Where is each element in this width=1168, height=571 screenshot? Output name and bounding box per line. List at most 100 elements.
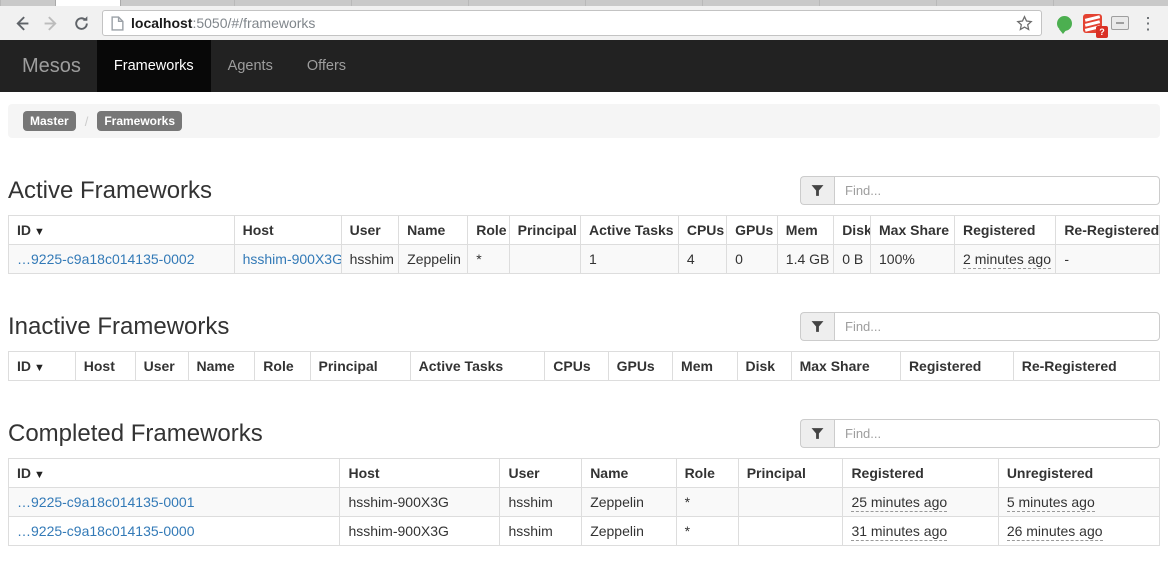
forward-button[interactable] bbox=[38, 10, 64, 36]
breadcrumb-frameworks[interactable]: Frameworks bbox=[97, 111, 182, 131]
relative-time: 31 minutes ago bbox=[851, 523, 947, 541]
cell-cpus: 4 bbox=[678, 245, 726, 274]
cell-name: Zeppelin bbox=[582, 488, 676, 517]
browser-tab-strip bbox=[0, 0, 1168, 6]
table-header-row: ID ▼HostUserNameRolePrincipalActive Task… bbox=[9, 352, 1160, 381]
cell-id: …9225-c9a18c014135-0002 bbox=[9, 245, 235, 274]
column-header-mem[interactable]: Mem bbox=[777, 216, 833, 245]
column-header-gpus[interactable]: GPUs bbox=[727, 216, 778, 245]
column-header-max-share[interactable]: Max Share bbox=[871, 216, 955, 245]
nav-tab-frameworks[interactable]: Frameworks bbox=[97, 40, 211, 92]
find-input[interactable] bbox=[834, 312, 1160, 341]
reload-button[interactable] bbox=[68, 10, 94, 36]
url-host: localhost bbox=[131, 15, 192, 31]
column-header-re-registered[interactable]: Re-Registered bbox=[1013, 352, 1159, 381]
column-header-role[interactable]: Role bbox=[468, 216, 509, 245]
column-header-principal[interactable]: Principal bbox=[509, 216, 580, 245]
column-header-host[interactable]: Host bbox=[234, 216, 341, 245]
column-header-user[interactable]: User bbox=[500, 459, 582, 488]
filter-funnel-icon bbox=[811, 427, 824, 440]
column-header-registered[interactable]: Registered bbox=[843, 459, 998, 488]
column-header-name[interactable]: Name bbox=[188, 352, 255, 381]
cell-role: * bbox=[676, 488, 738, 517]
relative-time: 26 minutes ago bbox=[1007, 523, 1103, 541]
cell-unregistered: 26 minutes ago bbox=[998, 517, 1159, 546]
column-header-name[interactable]: Name bbox=[399, 216, 468, 245]
navbar-brand[interactable]: Mesos bbox=[6, 40, 97, 92]
column-header-role[interactable]: Role bbox=[255, 352, 310, 381]
column-header-id[interactable]: ID ▼ bbox=[9, 352, 76, 381]
host-link[interactable]: hsshim-900X3G bbox=[243, 251, 342, 267]
active-browser-tab[interactable] bbox=[55, 0, 121, 6]
breadcrumb: Master / Frameworks bbox=[8, 104, 1160, 138]
column-header-host[interactable]: Host bbox=[75, 352, 135, 381]
nav-tab-agents[interactable]: Agents bbox=[211, 40, 290, 92]
column-header-id[interactable]: ID ▼ bbox=[9, 216, 235, 245]
cell-principal bbox=[738, 517, 843, 546]
column-header-disk[interactable]: Disk bbox=[834, 216, 871, 245]
column-header-active-tasks[interactable]: Active Tasks bbox=[410, 352, 545, 381]
reload-icon bbox=[73, 15, 90, 32]
column-header-gpus[interactable]: GPUs bbox=[608, 352, 672, 381]
page-icon bbox=[111, 16, 124, 31]
cell-role: * bbox=[468, 245, 509, 274]
cell-name: Zeppelin bbox=[582, 517, 676, 546]
extension-cast[interactable] bbox=[1108, 11, 1132, 35]
column-header-disk[interactable]: Disk bbox=[737, 352, 791, 381]
section-title: Active Frameworks bbox=[8, 177, 212, 205]
section-completed-frameworks: Completed Frameworks ID ▼HostUserNameRol… bbox=[8, 419, 1160, 546]
section-active-frameworks: Active Frameworks ID ▼HostUserNameRolePr… bbox=[8, 176, 1160, 274]
url-bar[interactable]: localhost:5050/#/frameworks bbox=[102, 10, 1042, 36]
column-header-principal[interactable]: Principal bbox=[310, 352, 410, 381]
column-header-cpus[interactable]: CPUs bbox=[678, 216, 726, 245]
extension-green-pin[interactable] bbox=[1052, 11, 1076, 35]
section-title: Completed Frameworks bbox=[8, 420, 263, 448]
column-header-mem[interactable]: Mem bbox=[673, 352, 737, 381]
filter-addon bbox=[800, 312, 834, 341]
cell-registered: 2 minutes ago bbox=[955, 245, 1056, 274]
column-header-principal[interactable]: Principal bbox=[738, 459, 843, 488]
framework-id-link[interactable]: …9225-c9a18c014135-0002 bbox=[17, 251, 194, 267]
back-button[interactable] bbox=[8, 10, 34, 36]
framework-id-link[interactable]: …9225-c9a18c014135-0000 bbox=[17, 523, 194, 539]
column-header-name[interactable]: Name bbox=[582, 459, 676, 488]
browser-menu-button[interactable]: ⋮ bbox=[1136, 11, 1160, 35]
cell-gpus: 0 bbox=[727, 245, 778, 274]
filter-funnel-icon bbox=[811, 184, 824, 197]
relative-time: 25 minutes ago bbox=[851, 494, 947, 512]
extension-todoist[interactable]: ? bbox=[1080, 11, 1104, 35]
sort-desc-icon: ▼ bbox=[31, 469, 45, 481]
nav-tab-offers[interactable]: Offers bbox=[290, 40, 363, 92]
column-header-re-registered[interactable]: Re-Registered bbox=[1056, 216, 1160, 245]
find-input[interactable] bbox=[834, 419, 1160, 448]
completed-frameworks-table: ID ▼HostUserNameRolePrincipalRegisteredU… bbox=[8, 458, 1160, 546]
column-header-user[interactable]: User bbox=[135, 352, 188, 381]
column-header-max-share[interactable]: Max Share bbox=[791, 352, 900, 381]
extension-badge: ? bbox=[1096, 26, 1108, 38]
filter-group bbox=[800, 419, 1160, 448]
column-header-registered[interactable]: Registered bbox=[955, 216, 1056, 245]
column-header-role[interactable]: Role bbox=[676, 459, 738, 488]
column-header-unregistered[interactable]: Unregistered bbox=[998, 459, 1159, 488]
find-input[interactable] bbox=[834, 176, 1160, 205]
cell-principal bbox=[509, 245, 580, 274]
filter-funnel-icon bbox=[811, 320, 824, 333]
column-header-registered[interactable]: Registered bbox=[900, 352, 1013, 381]
column-header-active-tasks[interactable]: Active Tasks bbox=[581, 216, 679, 245]
bookmark-star-icon[interactable] bbox=[1016, 15, 1033, 32]
column-header-user[interactable]: User bbox=[341, 216, 399, 245]
column-header-host[interactable]: Host bbox=[340, 459, 500, 488]
framework-row: …9225-c9a18c014135-0000hsshim-900X3Ghssh… bbox=[9, 517, 1160, 546]
framework-id-link[interactable]: …9225-c9a18c014135-0001 bbox=[17, 494, 194, 510]
filter-addon bbox=[800, 176, 834, 205]
column-header-id[interactable]: ID ▼ bbox=[9, 459, 340, 488]
cell-principal bbox=[738, 488, 843, 517]
breadcrumb-master[interactable]: Master bbox=[23, 111, 76, 131]
cell-user: hsshim bbox=[500, 517, 582, 546]
framework-row: …9225-c9a18c014135-0002hsshim-900X3Ghssh… bbox=[9, 245, 1160, 274]
inactive-frameworks-table: ID ▼HostUserNameRolePrincipalActive Task… bbox=[8, 351, 1160, 381]
column-header-cpus[interactable]: CPUs bbox=[545, 352, 608, 381]
forward-arrow-icon bbox=[43, 15, 60, 32]
cell-role: * bbox=[676, 517, 738, 546]
cell-disk: 0 B bbox=[834, 245, 871, 274]
